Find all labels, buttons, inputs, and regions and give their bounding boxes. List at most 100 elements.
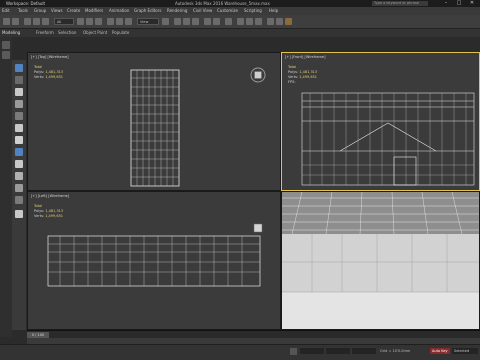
- menu-item-help[interactable]: Help: [269, 7, 278, 15]
- warehouse-front-wireframe: [301, 92, 475, 186]
- shape-icon[interactable]: [15, 136, 23, 144]
- stats-fps-label: FPS:: [288, 80, 296, 84]
- unlink-icon[interactable]: [33, 18, 40, 25]
- viewport-top-label[interactable]: [+] [Top] [Wireframe]: [31, 55, 69, 59]
- workspace-label[interactable]: Workspace: Default: [6, 0, 45, 7]
- time-slider[interactable]: 0 / 100: [27, 330, 480, 338]
- viewport-front[interactable]: [+] [Front] [Wireframe] Total Polys: 1,4…: [281, 52, 480, 191]
- layer-explorer-icon[interactable]: [225, 18, 232, 25]
- stats-polys-label: Polys:: [288, 70, 299, 74]
- menu-item-scripting[interactable]: Scripting: [244, 7, 262, 15]
- scale-icon[interactable]: [125, 18, 132, 25]
- schematic-view-icon[interactable]: [246, 18, 253, 25]
- mirror-icon[interactable]: [204, 18, 211, 25]
- systems-icon[interactable]: [15, 196, 23, 204]
- scene-explorer-icon[interactable]: [15, 210, 23, 218]
- menu-item-customize[interactable]: Customize: [217, 7, 238, 15]
- stats-verts-label: Verts:: [34, 214, 45, 218]
- close-icon[interactable]: ✕: [466, 0, 478, 7]
- viewport-top-stats: Total Polys: 1,481,313 Verts: 1,499,651: [34, 65, 63, 80]
- stats-verts-value: 1,499,651: [299, 75, 318, 79]
- redo-icon[interactable]: [12, 18, 19, 25]
- viewport-top[interactable]: [+] [Top] [Wireframe] Total Polys: 1,481…: [28, 53, 280, 190]
- helper-icon[interactable]: [15, 172, 23, 180]
- selection-region-icon[interactable]: [95, 18, 102, 25]
- search-input[interactable]: Type a keyword or phrase: [372, 1, 428, 6]
- edit-icon[interactable]: [2, 51, 10, 59]
- warehouse-top-wireframe: [130, 69, 180, 187]
- snaps-toggle-icon[interactable]: [174, 18, 181, 25]
- polygon-modeling-icon[interactable]: [2, 41, 10, 49]
- window-title: Autodesk 3ds Max 2016 Warehouse_5max.max: [175, 1, 270, 6]
- undo-icon[interactable]: [3, 18, 10, 25]
- motion-icon[interactable]: [15, 100, 23, 108]
- select-by-name-icon[interactable]: [86, 18, 93, 25]
- link-icon[interactable]: [24, 18, 31, 25]
- utilities-icon[interactable]: [15, 124, 23, 132]
- z-coordinate-field[interactable]: [352, 348, 376, 354]
- move-icon[interactable]: [107, 18, 114, 25]
- material-editor-icon[interactable]: [255, 18, 262, 25]
- lock-selection-icon[interactable]: [290, 348, 297, 355]
- main-toolbar: All View: [0, 15, 480, 29]
- menu-item-create[interactable]: Create: [67, 7, 80, 15]
- y-coordinate-field[interactable]: [326, 348, 350, 354]
- menu-item-tools[interactable]: Tools: [18, 7, 28, 15]
- stats-verts-value: 1,499,651: [45, 75, 64, 79]
- maximize-icon[interactable]: □: [453, 0, 465, 7]
- menu-item-modifiers[interactable]: Modifiers: [85, 7, 103, 15]
- viewport-left-label[interactable]: [+] [Left] [Wireframe]: [31, 194, 69, 198]
- render-setup-icon[interactable]: [267, 18, 274, 25]
- ribbon-tab-populate[interactable]: Populate: [112, 29, 129, 37]
- viewport-area: [+] [Top] [Wireframe] Total Polys: 1,481…: [27, 52, 480, 330]
- title-bar: Workspace: Default Autodesk 3ds Max 2016…: [0, 0, 480, 7]
- display-icon[interactable]: [15, 112, 23, 120]
- stats-polys-value: 1,481,313: [45, 209, 64, 213]
- create-icon[interactable]: [15, 64, 23, 72]
- selection-filter-dropdown[interactable]: All: [54, 18, 74, 25]
- viewcube-icon[interactable]: [250, 220, 266, 236]
- menu-item-animation[interactable]: Animation: [109, 7, 129, 15]
- auto-key-button[interactable]: Auto Key: [430, 348, 450, 354]
- stats-polys-label: Polys:: [34, 70, 45, 74]
- ribbon-tab-object-paint[interactable]: Object Paint: [83, 29, 107, 37]
- ribbon-tab-selection[interactable]: Selection: [58, 29, 76, 37]
- curve-editor-icon[interactable]: [237, 18, 244, 25]
- menu-item-graph-editors[interactable]: Graph Editors: [134, 7, 161, 15]
- menu-item-civil-view[interactable]: Civil View: [193, 7, 212, 15]
- stats-verts-label: Verts:: [288, 75, 299, 79]
- warehouse-left-wireframe: [47, 235, 261, 287]
- menu-item-rendering[interactable]: Rendering: [167, 7, 187, 15]
- status-bar: Grid = 10'0.0mm Auto Key Selected: [0, 344, 480, 360]
- menu-item-views[interactable]: Views: [51, 7, 63, 15]
- viewport-left-stats: Total Polys: 1,481,313 Verts: 1,499,651: [34, 204, 63, 219]
- angle-snap-icon[interactable]: [183, 18, 190, 25]
- hierarchy-icon[interactable]: [15, 88, 23, 96]
- minimize-icon[interactable]: –: [440, 0, 452, 7]
- pivot-icon[interactable]: [162, 18, 169, 25]
- stats-polys-label: Polys:: [34, 209, 45, 213]
- rendered-frame-icon[interactable]: [276, 18, 283, 25]
- viewport-front-label[interactable]: [+] [Front] [Wireframe]: [285, 55, 325, 59]
- bind-space-warp-icon[interactable]: [42, 18, 49, 25]
- reference-coordinate-dropdown[interactable]: View: [137, 18, 159, 25]
- menu-bar: Edit Tools Group Views Create Modifiers …: [0, 7, 480, 15]
- camera-icon[interactable]: [15, 160, 23, 168]
- rotate-icon[interactable]: [116, 18, 123, 25]
- viewcube-icon[interactable]: [250, 67, 266, 83]
- menu-item-edit[interactable]: Edit: [2, 7, 10, 15]
- ribbon-tab-freeform[interactable]: Freeform: [36, 29, 54, 37]
- select-object-icon[interactable]: [77, 18, 84, 25]
- percent-snap-icon[interactable]: [192, 18, 199, 25]
- modify-icon[interactable]: [15, 76, 23, 84]
- ribbon-tab-modeling[interactable]: Modeling: [2, 29, 20, 37]
- light-icon[interactable]: [15, 148, 23, 156]
- x-coordinate-field[interactable]: [300, 348, 324, 354]
- render-teapot-icon[interactable]: [285, 18, 292, 25]
- align-icon[interactable]: [213, 18, 220, 25]
- viewport-perspective[interactable]: [+] [Perspective] [Realistic]: [282, 192, 479, 329]
- selected-dropdown[interactable]: Selected: [452, 348, 478, 354]
- menu-item-group[interactable]: Group: [34, 7, 46, 15]
- space-warp-icon[interactable]: [15, 184, 23, 192]
- viewport-left[interactable]: [+] [Left] [Wireframe] Total Polys: 1,48…: [28, 192, 280, 329]
